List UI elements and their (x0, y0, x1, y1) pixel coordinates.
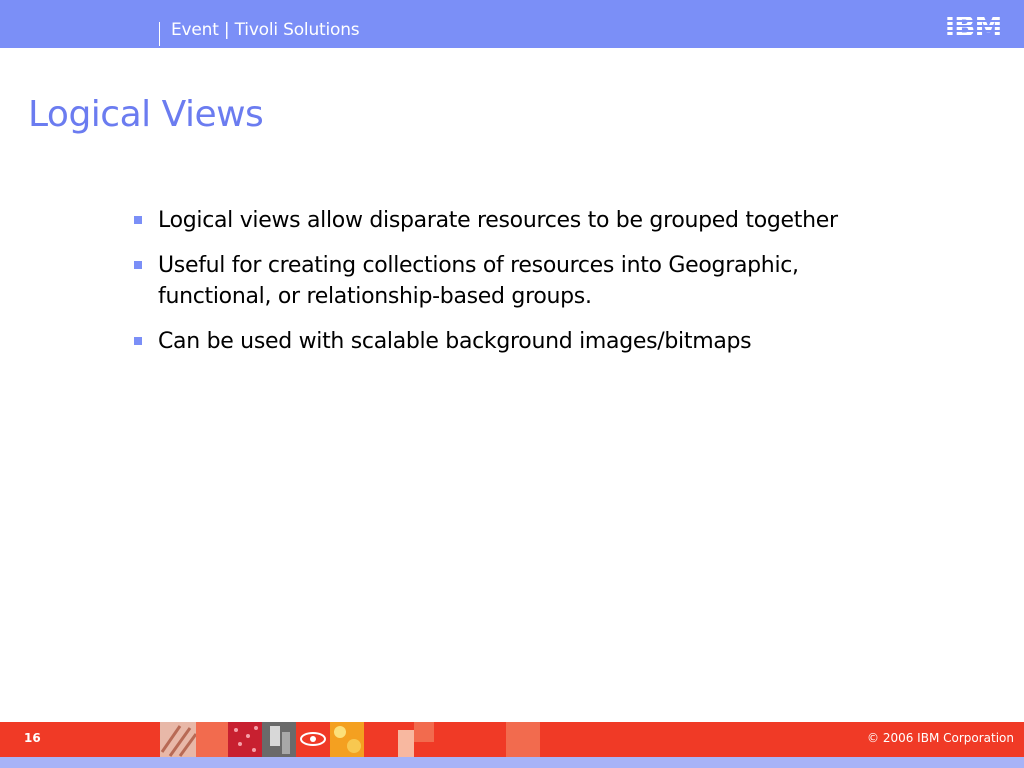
header-divider (159, 22, 160, 46)
bullet-list: Logical views allow disparate resources … (134, 205, 894, 371)
slide-title: Logical Views (28, 94, 264, 135)
bullet-text: Can be used with scalable background ima… (158, 329, 752, 354)
bullet-text: Useful for creating collections of resou… (158, 253, 799, 309)
square-bullet-icon (134, 337, 142, 345)
bullet-item: Useful for creating collections of resou… (134, 250, 894, 312)
bullet-item: Can be used with scalable background ima… (134, 326, 894, 357)
ibm-logo-icon: IBM (944, 11, 1002, 39)
header-bar (0, 0, 1024, 48)
header-title: Event | Tivoli Solutions (171, 20, 360, 40)
square-bullet-icon (134, 216, 142, 224)
page-number: 16 (24, 731, 41, 745)
slide: Event | Tivoli Solutions IBM Logical Vie… (0, 0, 1024, 768)
bullet-text: Logical views allow disparate resources … (158, 208, 838, 233)
footer-bottom-stripe (0, 757, 1024, 768)
copyright-text: © 2006 IBM Corporation (867, 731, 1014, 745)
bullet-item: Logical views allow disparate resources … (134, 205, 894, 236)
square-bullet-icon (134, 261, 142, 269)
footer-decoration (160, 722, 540, 757)
